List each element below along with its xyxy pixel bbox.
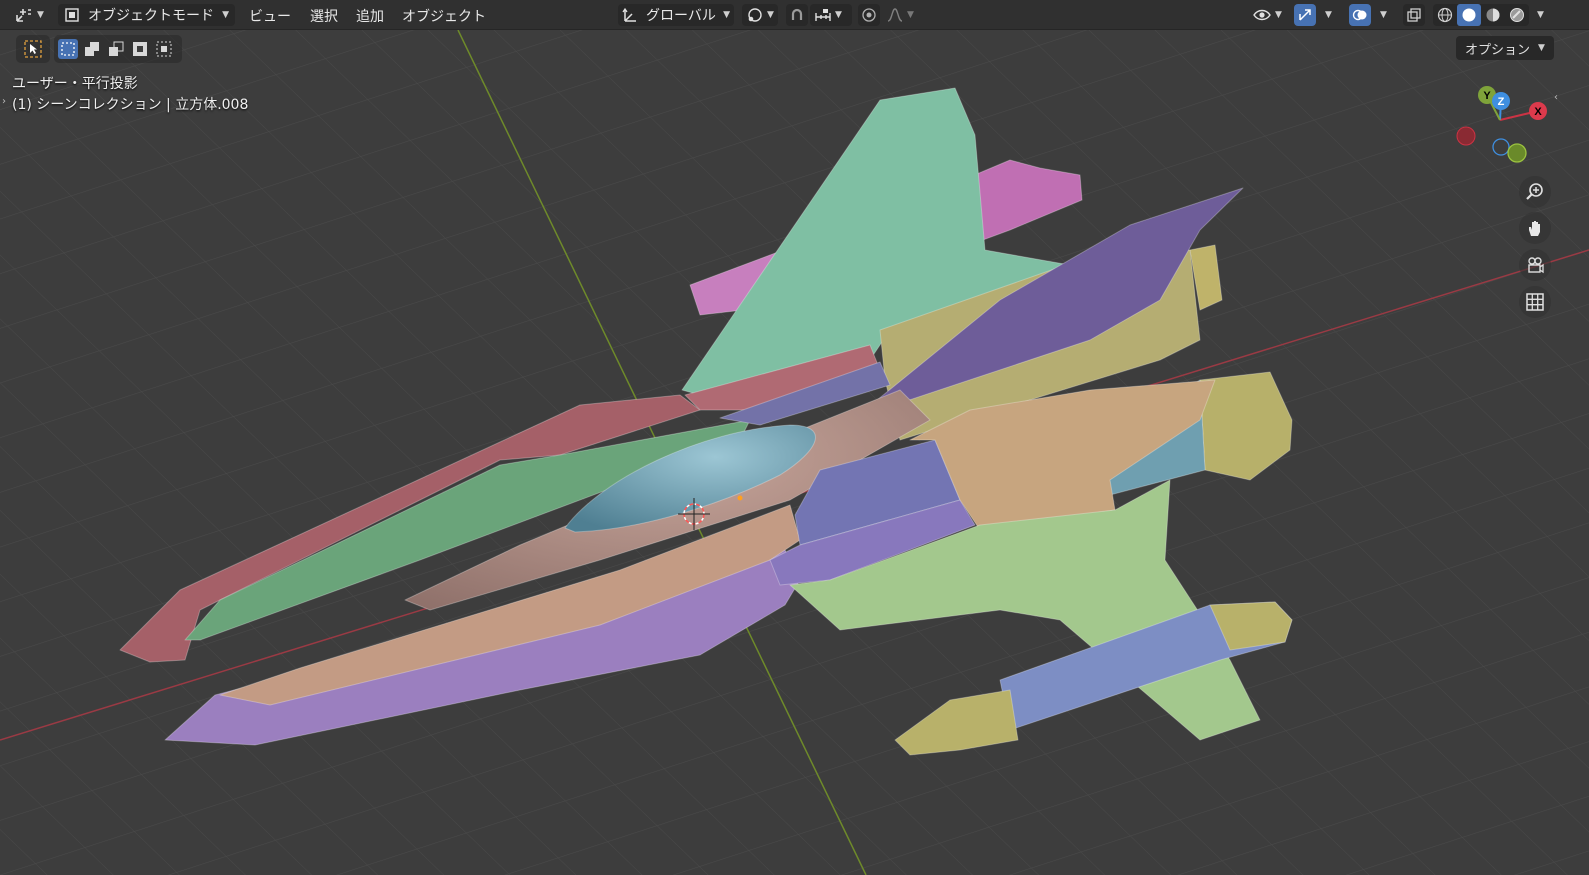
object-mode-icon (64, 7, 80, 23)
projection-label: ユーザー・平行投影 (12, 76, 138, 92)
chevron-down-icon: ▼ (37, 10, 44, 20)
xray-toggle[interactable] (1403, 4, 1425, 26)
menu-add[interactable]: 追加 (356, 6, 384, 26)
options-dropdown[interactable]: オプション ▼ (1456, 36, 1554, 60)
gizmo-x-label: X (1534, 106, 1542, 118)
perspective-toggle-button[interactable] (1519, 286, 1551, 318)
overlay-toggle[interactable] (1349, 4, 1371, 26)
select-tool-icon (23, 39, 43, 59)
grid-icon (1525, 292, 1545, 312)
editor-type-button[interactable]: ▼ (14, 4, 50, 26)
hand-icon (1525, 218, 1545, 238)
chevron-down-icon: ▼ (1538, 43, 1545, 53)
pivot-dropdown[interactable]: ▼ (742, 4, 778, 26)
editor-type-icon (14, 6, 34, 24)
viewport-canvas[interactable]: X Y Z (0, 30, 1589, 875)
menu-view[interactable]: ビュー (249, 6, 291, 26)
select-intersect-icon[interactable] (154, 41, 174, 57)
gizmo-icon (1297, 7, 1313, 23)
camera-view-button[interactable] (1519, 249, 1551, 281)
proportional-edit-icon (861, 7, 877, 23)
snap-icon (789, 7, 805, 23)
pivot-icon (746, 6, 764, 24)
select-difference-icon[interactable] (130, 41, 150, 57)
mode-dropdown[interactable]: オブジェクトモード ▼ (58, 4, 235, 26)
chevron-down-icon: ▼ (1380, 10, 1387, 20)
shading-group (1433, 4, 1529, 26)
chevron-down-icon: ▼ (1325, 10, 1332, 20)
pan-button[interactable] (1519, 212, 1551, 244)
chevron-down-icon: ▼ (835, 10, 842, 20)
mode-label: オブジェクトモード (88, 8, 214, 24)
select-extend-icon[interactable] (82, 41, 102, 57)
menu-object[interactable]: オブジェクト (402, 6, 486, 26)
viewport-info: ユーザー・平行投影 (1) シーンコレクション | 立方体.008 (12, 74, 248, 116)
select-subtract-icon[interactable] (106, 41, 126, 57)
chevron-down-icon: ▼ (907, 10, 914, 20)
gizmo-dropdown[interactable]: ▼ (1318, 4, 1336, 26)
object-origin (737, 495, 743, 501)
select-new-icon[interactable] (58, 39, 78, 59)
chevron-down-icon: ▼ (222, 10, 229, 20)
gizmo-y-label: Y (1483, 90, 1491, 102)
zoom-icon (1525, 182, 1545, 202)
sidebar-expand-icon[interactable]: ‹ (1554, 92, 1558, 103)
toolbar-expand-icon[interactable]: › (2, 96, 6, 107)
viewport-header: ▼ オブジェクトモード ▼ ビュー 選択 追加 オブジェクト グローバル ▼ ▼… (0, 0, 1589, 30)
proportional-edit-toggle[interactable] (858, 4, 880, 26)
overlay-icon (1352, 7, 1368, 23)
3d-viewport[interactable]: X Y Z (0, 30, 1589, 875)
chevron-down-icon: ▼ (723, 10, 730, 20)
zoom-button[interactable] (1519, 176, 1551, 208)
chevron-down-icon: ▼ (1275, 10, 1282, 20)
transform-orientation-dropdown[interactable]: グローバル ▼ (618, 4, 734, 26)
gizmo-toggle[interactable] (1294, 4, 1316, 26)
snap-target-dropdown[interactable]: ▼ (810, 4, 852, 26)
material-shading-icon[interactable] (1481, 7, 1505, 23)
snap-toggle[interactable] (786, 4, 808, 26)
options-label: オプション (1465, 42, 1531, 58)
collection-label: (1) シーンコレクション | 立方体.008 (12, 97, 249, 113)
falloff-icon (886, 7, 904, 23)
chevron-down-icon: ▼ (767, 10, 774, 20)
visibility-icon (1252, 7, 1272, 23)
rendered-shading-icon[interactable] (1505, 7, 1529, 23)
menu-select[interactable]: 選択 (310, 6, 338, 26)
visibility-dropdown[interactable]: ▼ (1250, 4, 1286, 26)
falloff-dropdown[interactable]: ▼ (882, 4, 918, 26)
transform-orientation-icon (622, 6, 640, 24)
shading-dropdown[interactable]: ▼ (1530, 4, 1548, 26)
select-tool-button[interactable] (16, 35, 50, 63)
wireframe-shading-icon[interactable] (1433, 7, 1457, 23)
xray-icon (1406, 7, 1422, 23)
select-mode-group (54, 35, 182, 63)
gizmo-z-label: Z (1498, 96, 1505, 108)
solid-shading-icon[interactable] (1457, 4, 1481, 26)
overlay-dropdown[interactable]: ▼ (1373, 4, 1391, 26)
camera-icon (1525, 255, 1545, 275)
chevron-down-icon: ▼ (1537, 10, 1544, 20)
orientation-label: グローバル (646, 8, 716, 24)
snap-increment-icon (814, 7, 832, 23)
